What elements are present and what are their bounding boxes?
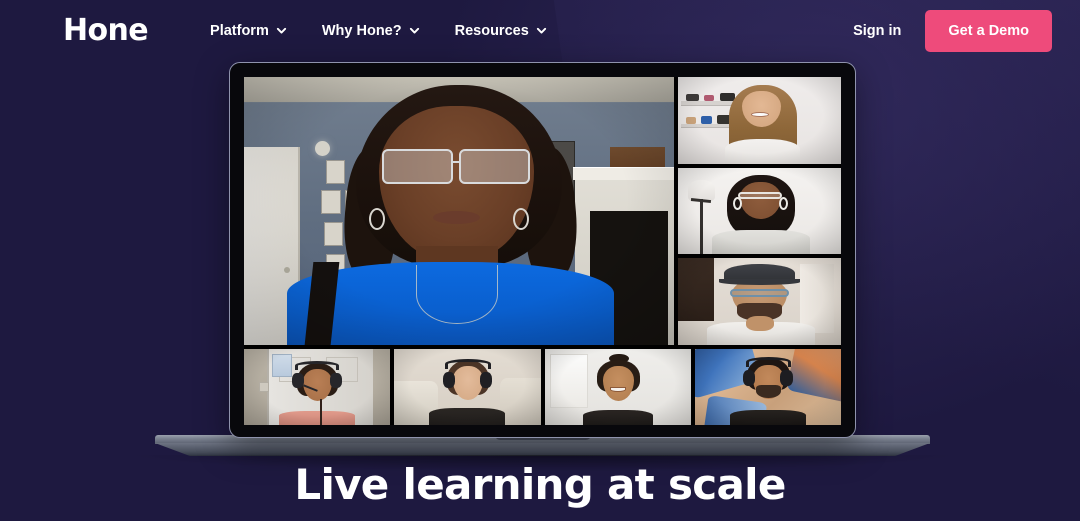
video-tile-participant-1[interactable] xyxy=(678,77,841,164)
laptop-mockup xyxy=(229,62,856,438)
shelf-object xyxy=(686,94,700,102)
fireplace-mantel xyxy=(572,166,674,181)
video-tile-main-speaker[interactable] xyxy=(244,77,674,345)
shelf-object xyxy=(686,116,696,124)
sofa-right xyxy=(499,377,541,425)
hoop-earring-left xyxy=(368,208,385,231)
lamp-pole xyxy=(700,198,703,255)
headset-earcup-right xyxy=(479,371,493,388)
wall-panel xyxy=(550,353,589,409)
page-root: Hone Platform Why Hone? Resources Sign i… xyxy=(0,0,1080,521)
nav-item-label: Why Hone? xyxy=(321,23,402,39)
get-a-demo-button[interactable]: Get a Demo xyxy=(925,10,1052,52)
necklace xyxy=(416,264,498,324)
chevron-down-icon xyxy=(536,25,546,35)
hoop-earring-left xyxy=(732,197,742,211)
eyeglasses xyxy=(738,191,783,199)
header-actions: Sign in Get a Demo xyxy=(853,10,1052,52)
video-tile-participant-3[interactable] xyxy=(678,258,841,346)
torso xyxy=(725,139,801,164)
door xyxy=(800,263,835,333)
torso xyxy=(279,411,356,425)
headset-band xyxy=(745,357,792,368)
video-grid-right-column xyxy=(678,77,841,346)
headset-band xyxy=(295,361,340,371)
eyeglasses-bridge xyxy=(452,161,460,164)
video-tile-participant-4[interactable] xyxy=(244,349,391,425)
eyeglasses xyxy=(730,288,789,298)
brand-logo[interactable]: Hone xyxy=(63,16,149,46)
chevron-down-icon xyxy=(276,25,286,35)
sign-in-link[interactable]: Sign in xyxy=(853,23,901,39)
headset-cord xyxy=(320,399,322,425)
torso xyxy=(582,409,653,425)
video-tile-participant-7[interactable] xyxy=(694,349,841,425)
torso xyxy=(729,409,806,425)
video-tile-participant-2[interactable] xyxy=(678,167,841,255)
chevron-down-icon xyxy=(409,25,419,35)
headset-earcup-left xyxy=(442,371,455,388)
mouth xyxy=(751,111,770,117)
video-grid-bottom-row xyxy=(244,349,841,425)
laptop-base xyxy=(135,435,950,471)
eyeglasses-left-lens xyxy=(381,149,453,185)
torso xyxy=(712,230,811,255)
video-tile-participant-5[interactable] xyxy=(394,349,541,425)
primary-nav: Platform Why Hone? Resources xyxy=(210,23,546,39)
photo-frame xyxy=(325,160,346,185)
laptop-lid xyxy=(229,62,856,438)
hoop-earring-right xyxy=(512,208,529,231)
nav-item-label: Platform xyxy=(210,23,269,39)
torso xyxy=(429,408,506,425)
headset-earcup-right xyxy=(330,373,342,388)
eyeglasses-right-lens xyxy=(459,149,530,185)
dark-furniture xyxy=(678,258,714,321)
nav-item-why-hone[interactable]: Why Hone? xyxy=(322,23,419,39)
light-switch xyxy=(258,382,269,393)
wall-poster xyxy=(271,354,293,378)
shelf-object xyxy=(700,116,713,124)
headset-earcup-left xyxy=(743,370,756,387)
hand xyxy=(746,315,775,332)
headset-band xyxy=(445,358,491,369)
photo-frame xyxy=(321,189,341,214)
shelf-object xyxy=(704,95,714,102)
video-grid-top xyxy=(244,77,841,346)
hero-headline: Live learning at scale xyxy=(294,460,786,509)
video-call-screen xyxy=(244,77,841,425)
nav-item-label: Resources xyxy=(454,23,529,39)
headset-earcup-right xyxy=(780,370,793,387)
photo-frame xyxy=(323,221,343,246)
video-tile-participant-6[interactable] xyxy=(544,349,691,425)
nav-item-resources[interactable]: Resources xyxy=(455,23,546,39)
site-header: Hone Platform Why Hone? Resources Sign i… xyxy=(0,0,1080,62)
nav-item-platform[interactable]: Platform xyxy=(210,23,286,39)
